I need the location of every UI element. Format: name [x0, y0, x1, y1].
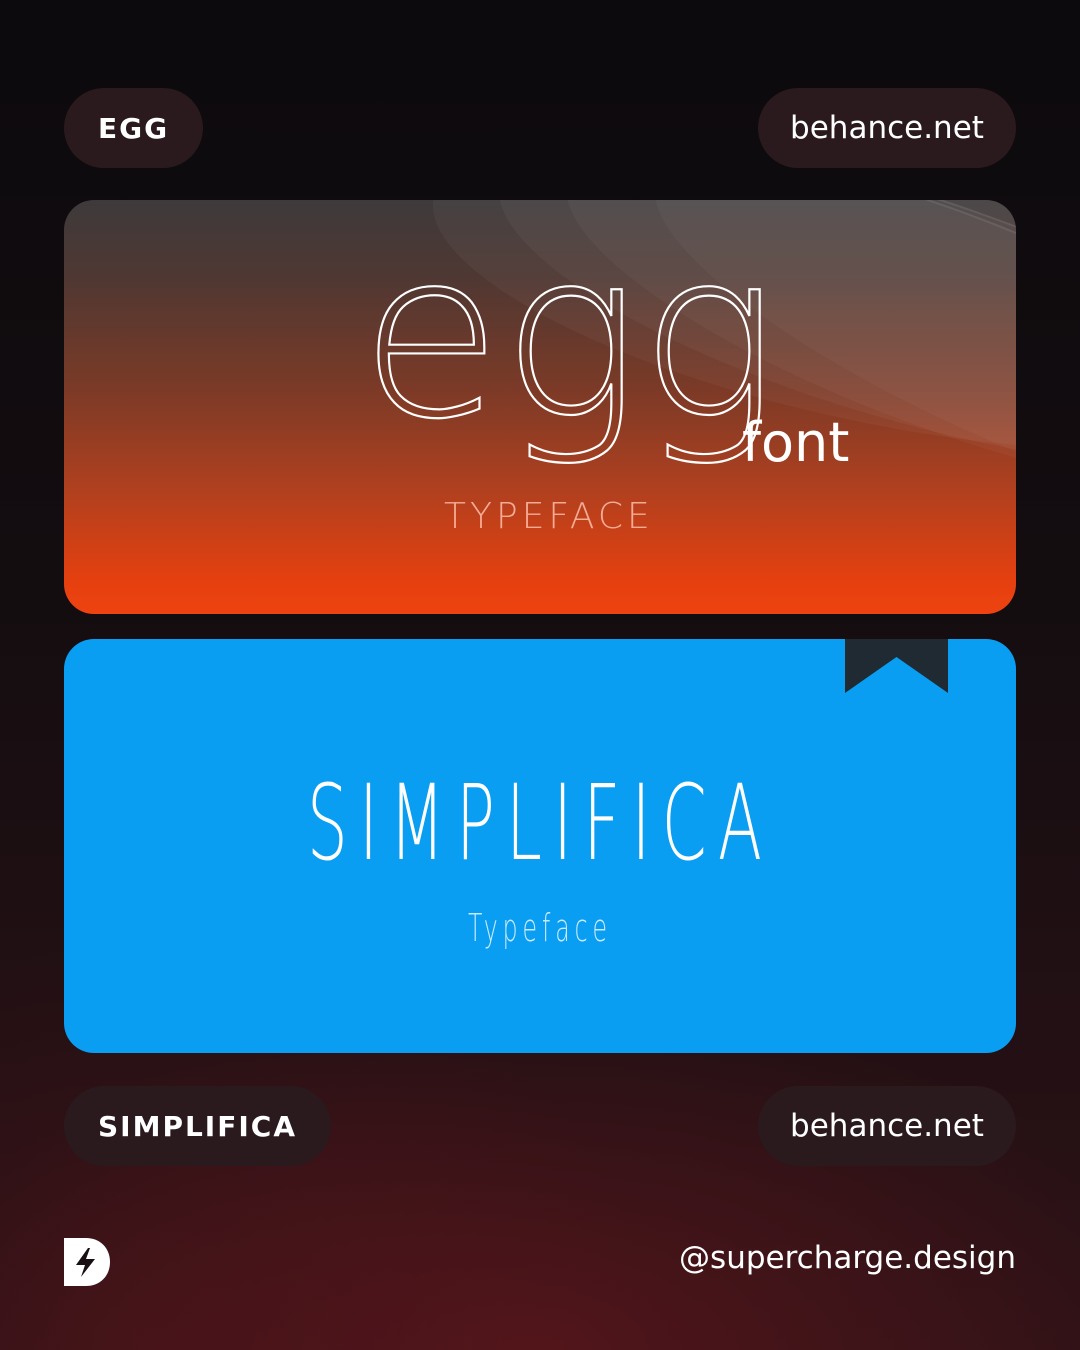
simplifica-subtitle: Typeface: [468, 906, 612, 950]
egg-font-label: font: [742, 411, 850, 474]
egg-word: egg: [369, 220, 769, 470]
lightning-d-logo-icon: [64, 1238, 110, 1286]
egg-source-pill[interactable]: behance.net: [758, 88, 1016, 168]
simplifica-tag-pill: SIMPLIFICA: [64, 1086, 331, 1166]
egg-tag-pill: EGG: [64, 88, 203, 168]
simplifica-title: SIMPLIFICA: [306, 762, 774, 884]
egg-source-link[interactable]: behance.net: [790, 110, 984, 146]
egg-font-preview-card: egg font TYPEFACE: [64, 200, 1016, 614]
simplifica-tag-label: SIMPLIFICA: [98, 1109, 297, 1143]
egg-tag-label: EGG: [97, 111, 170, 145]
simplifica-font-preview-card: SIMPLIFICA Typeface: [64, 639, 1016, 1053]
account-handle: @supercharge.design: [679, 1240, 1016, 1276]
egg-typeface-label: TYPEFACE: [444, 496, 654, 537]
simplifica-source-pill[interactable]: behance.net: [758, 1086, 1016, 1166]
bookmark-icon[interactable]: [845, 639, 948, 693]
simplifica-source-link[interactable]: behance.net: [790, 1108, 984, 1144]
egg-wordmark: egg: [369, 220, 769, 471]
